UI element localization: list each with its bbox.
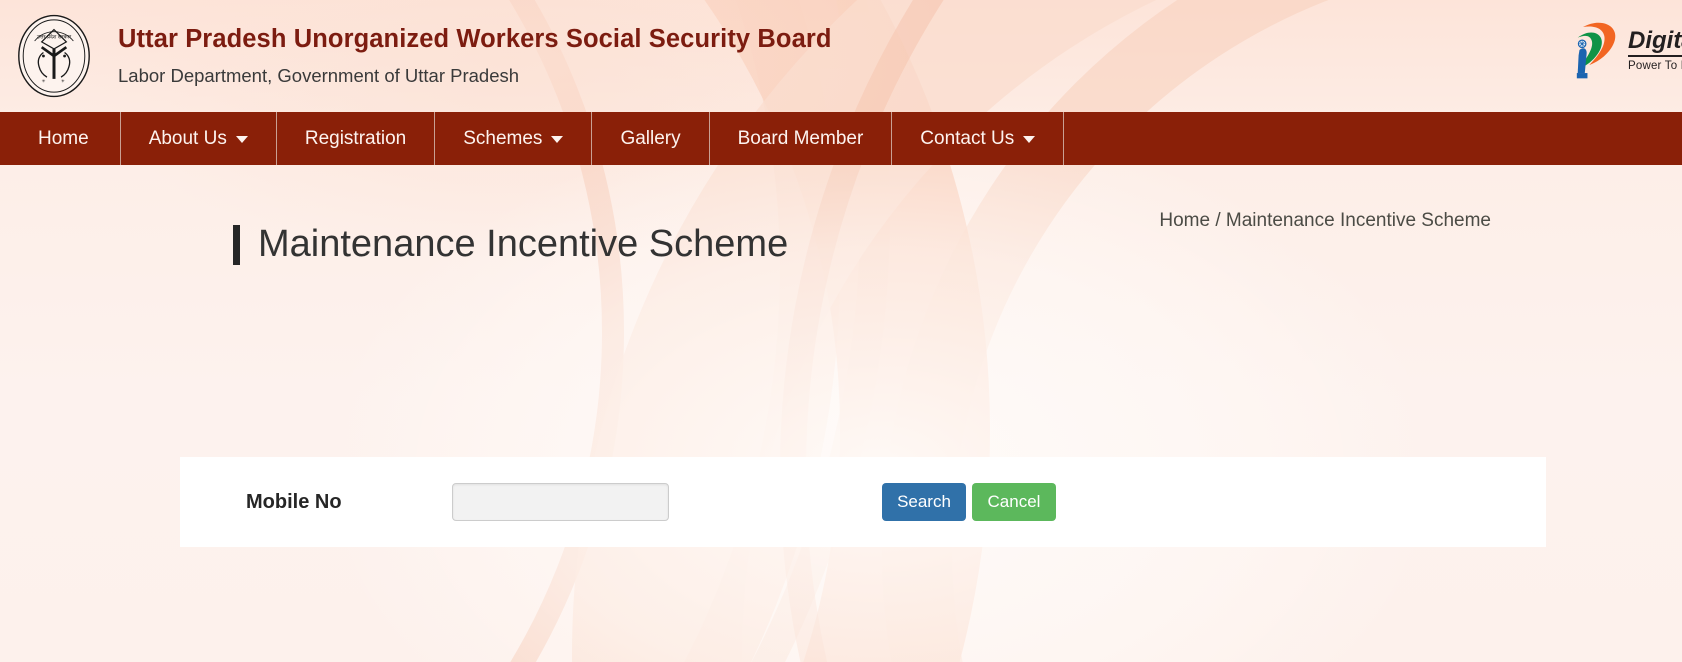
svg-text:उत्तर प्रदेश सरकार: उत्तर प्रदेश सरकार xyxy=(37,33,72,40)
nav-item-board-member[interactable]: Board Member xyxy=(710,112,893,165)
svg-text:✳: ✳ xyxy=(61,78,65,83)
site-title: Uttar Pradesh Unorganized Workers Social… xyxy=(118,24,832,53)
digital-india-logo-icon xyxy=(1560,14,1622,86)
digital-india-logo: Digital India Power To Empower xyxy=(1560,14,1682,86)
main-navigation[interactable]: Home About Us Registration Schemes Galle… xyxy=(0,112,1682,165)
digital-india-name: Digital India xyxy=(1627,28,1682,57)
nav-item-label: Board Member xyxy=(737,127,864,149)
breadcrumb[interactable]: Home / Maintenance Incentive Scheme xyxy=(1159,210,1491,232)
nav-item-schemes[interactable]: Schemes xyxy=(435,112,593,165)
form-button-group: Search Cancel xyxy=(882,483,1056,521)
nav-item-contact-us[interactable]: Contact Us xyxy=(892,112,1065,165)
search-form-card: Mobile No Search Cancel xyxy=(180,457,1546,547)
nav-item-label: About Us xyxy=(148,127,227,149)
chevron-down-icon xyxy=(1023,136,1036,143)
nav-item-label: Gallery xyxy=(620,127,681,149)
title-accent-bar xyxy=(233,224,240,265)
page-root: ✳ ✳ उत्तर प्रदेश सरकार Uttar Pradesh Uno… xyxy=(0,0,1682,662)
up-government-emblem-icon: ✳ ✳ उत्तर प्रदेश सरकार xyxy=(10,12,98,100)
nav-item-label: Contact Us xyxy=(920,127,1015,149)
nav-item-label: Registration xyxy=(304,127,407,149)
chevron-down-icon xyxy=(235,136,248,143)
site-header: ✳ ✳ उत्तर प्रदेश सरकार Uttar Pradesh Uno… xyxy=(0,0,1682,112)
nav-item-label: Home xyxy=(38,127,89,149)
page-title-block: Maintenance Incentive Scheme xyxy=(233,223,788,266)
nav-item-registration[interactable]: Registration xyxy=(277,112,436,165)
site-subtitle: Labor Department, Government of Uttar Pr… xyxy=(118,65,520,87)
chevron-down-icon xyxy=(551,136,564,143)
form-row: Mobile No Search Cancel xyxy=(180,457,1546,547)
nav-item-home[interactable]: Home xyxy=(0,112,121,165)
search-button[interactable]: Search xyxy=(882,483,966,521)
page-title: Maintenance Incentive Scheme xyxy=(258,223,789,265)
cancel-button[interactable]: Cancel xyxy=(972,483,1056,521)
nav-item-gallery[interactable]: Gallery xyxy=(592,112,710,165)
mobile-no-label: Mobile No xyxy=(246,490,342,513)
mobile-no-input[interactable] xyxy=(452,483,669,521)
svg-text:✳: ✳ xyxy=(42,78,46,83)
brand-text-block: Uttar Pradesh Unorganized Workers Social… xyxy=(118,25,832,87)
digital-india-tagline: Power To Empower xyxy=(1627,59,1682,72)
nav-item-label: Schemes xyxy=(463,127,543,149)
nav-item-about-us[interactable]: About Us xyxy=(121,112,277,165)
